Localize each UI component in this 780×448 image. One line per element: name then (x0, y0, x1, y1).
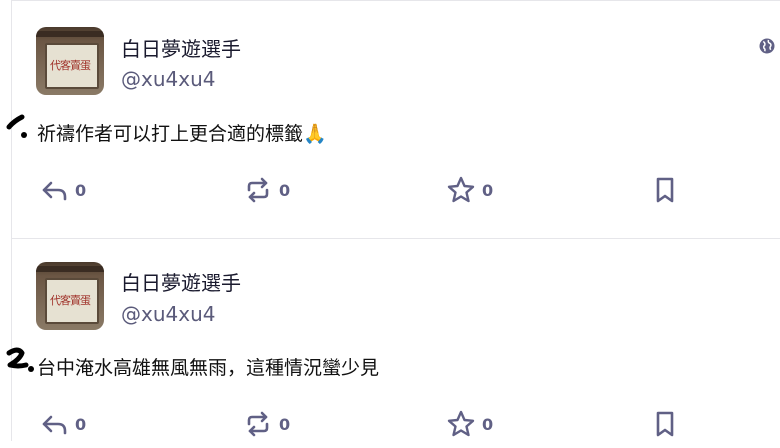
reply-icon (42, 181, 67, 201)
author-handle[interactable]: @xu4xu4 (121, 302, 215, 326)
avatar-sign-text: 代客賣蛋 (50, 294, 91, 307)
star-icon (447, 176, 475, 203)
boost-count: 0 (279, 180, 291, 200)
reply-button[interactable]: 0 (39, 175, 86, 205)
boost-button[interactable]: 0 (243, 409, 290, 439)
author-name[interactable]: 白日夢遊選手 (121, 33, 241, 62)
avatar[interactable]: 代客賣蛋 (36, 262, 104, 330)
favourite-button[interactable]: 0 (446, 409, 493, 439)
boost-icon (247, 411, 269, 437)
avatar[interactable]: 代客賣蛋 (36, 27, 104, 95)
boost-count: 0 (279, 414, 291, 434)
star-icon (447, 410, 475, 437)
status-post[interactable]: 代客賣蛋 白日夢遊選手 @xu4xu4 台中淹水高雄無風無雨，這種情況蠻少見 0 (6, 238, 780, 448)
avatar-sign: 代客賣蛋 (45, 43, 99, 89)
annotation-mark-1 (6, 114, 27, 138)
avatar-beam (36, 31, 104, 37)
reply-count: 0 (75, 414, 87, 434)
boost-button[interactable]: 0 (243, 175, 290, 205)
status-content: 台中淹水高雄無風無雨，這種情況蠻少見 (37, 357, 380, 379)
favourite-count: 0 (482, 414, 494, 434)
annotation-mark-2 (6, 347, 34, 372)
reply-icon (42, 415, 67, 435)
bookmark-icon (656, 177, 674, 203)
author-handle[interactable]: @xu4xu4 (121, 67, 215, 91)
timeline-feed: 代客賣蛋 白日夢遊選手 @xu4xu4 祈禱作者可以打上更合適的標籤🙏 0 0 … (6, 0, 780, 441)
bookmark-button[interactable] (650, 409, 680, 439)
status-post[interactable]: 代客賣蛋 白日夢遊選手 @xu4xu4 祈禱作者可以打上更合適的標籤🙏 0 0 … (6, 0, 780, 239)
reply-button[interactable]: 0 (39, 409, 86, 439)
bookmark-button[interactable] (650, 175, 680, 205)
favourite-count: 0 (482, 180, 494, 200)
boost-icon (247, 177, 269, 203)
avatar-sign-text: 代客賣蛋 (50, 59, 91, 72)
globe-icon[interactable] (758, 37, 776, 55)
status-actions: 0 0 0 (12, 409, 780, 439)
reply-count: 0 (75, 180, 87, 200)
favourite-button[interactable]: 0 (446, 175, 493, 205)
author-name[interactable]: 白日夢遊選手 (121, 267, 241, 296)
status-actions: 0 0 0 (12, 175, 780, 205)
bookmark-icon (656, 411, 674, 437)
status-content: 祈禱作者可以打上更合適的標籤🙏 (37, 123, 327, 145)
avatar-beam (36, 266, 104, 272)
avatar-sign: 代客賣蛋 (45, 278, 99, 324)
